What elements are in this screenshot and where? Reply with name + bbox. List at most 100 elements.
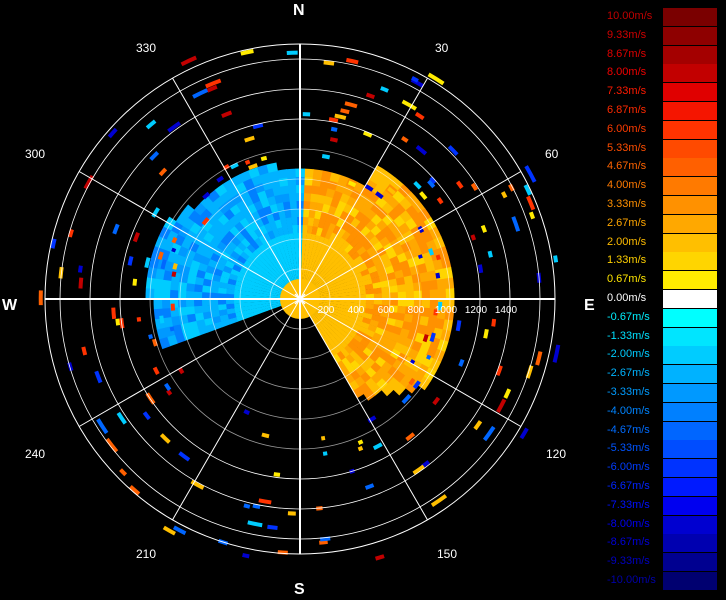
legend-swatch [663, 233, 717, 252]
legend-row: 3.33m/s [605, 196, 717, 214]
clutter-mark [344, 101, 358, 109]
clutter-mark [528, 211, 536, 220]
legend-swatch [663, 515, 717, 534]
clutter-mark [340, 108, 350, 115]
range-label: 1200 [465, 305, 488, 316]
legend-row: 4.67m/s [605, 158, 717, 177]
echo-cell [201, 291, 211, 299]
clutter-mark [164, 382, 172, 391]
clutter-mark [473, 420, 483, 431]
echo-cell [185, 290, 195, 299]
clutter-mark [221, 110, 233, 119]
clutter-mark [503, 388, 512, 399]
echo-cell [412, 281, 423, 292]
clutter-mark [401, 136, 409, 143]
azimuth-label-150: 150 [437, 547, 458, 561]
clutter-mark [243, 409, 251, 416]
clutter-mark [247, 520, 263, 528]
clutter-mark [119, 468, 128, 477]
legend-label: -2.00m/s [607, 348, 650, 361]
echo-cell [169, 280, 180, 291]
legend-swatch [663, 158, 717, 177]
legend-swatch [663, 26, 717, 45]
clutter-mark [178, 451, 191, 462]
azimuth-label-330: 330 [136, 41, 157, 55]
clutter-mark [329, 137, 339, 143]
clutter-mark [149, 150, 160, 161]
legend-swatch [663, 196, 717, 214]
legend-swatch [663, 139, 717, 158]
legend-swatch [663, 327, 717, 346]
legend-swatch [663, 177, 717, 196]
echo-cell [397, 284, 407, 293]
clutter-mark [482, 425, 496, 442]
range-label-group: 200 400 600 800 1000 1200 1400 [318, 305, 518, 316]
legend-label: 2.00m/s [607, 235, 647, 248]
legend-row: 10.00m/s [605, 8, 717, 26]
clutter-mark [372, 442, 383, 451]
legend-row: 9.33m/s [605, 26, 717, 45]
legend-row: -4.67m/s [605, 421, 717, 440]
azimuth-label-210: 210 [136, 547, 157, 561]
azimuth-label-300: 300 [25, 147, 46, 161]
legend-label: 7.33m/s [607, 85, 647, 98]
clutter-mark [166, 389, 173, 396]
legend-label: 2.67m/s [607, 216, 647, 229]
clutter-mark [357, 445, 364, 452]
echo-cell [281, 193, 291, 203]
clutter-mark [511, 216, 521, 232]
echo-cell [290, 208, 298, 218]
legend-row: -6.00m/s [605, 459, 717, 478]
legend-label: 3.33m/s [607, 198, 647, 210]
legend-label: -0.67m/s [607, 310, 650, 323]
clutter-mark [374, 554, 385, 561]
legend-swatch [663, 440, 717, 459]
legend-swatch [663, 365, 717, 384]
clutter-mark [455, 180, 464, 189]
clutter-mark [158, 167, 168, 177]
clutter-mark [321, 154, 331, 160]
legend-label: -8.67m/s [607, 536, 650, 549]
legend-swatch [663, 459, 717, 478]
clutter-mark [552, 344, 561, 363]
clutter-mark [170, 303, 176, 311]
legend-swatch [663, 384, 717, 402]
echo-cell [177, 290, 187, 299]
legend-label: -8.00m/s [607, 517, 650, 530]
echo-cell [289, 200, 298, 210]
legend-row: -9.33m/s [605, 553, 717, 572]
range-label: 800 [408, 305, 425, 316]
echo-cell [201, 304, 211, 313]
clutter-mark [260, 155, 268, 162]
echo-cell [185, 306, 196, 315]
clutter-mark [519, 427, 529, 440]
clutter-mark [94, 370, 103, 384]
legend-row: 6.00m/s [605, 120, 717, 139]
range-label: 400 [348, 305, 365, 316]
clutter-mark [430, 494, 448, 507]
clutter-mark [487, 250, 493, 258]
azimuth-label-240: 240 [25, 447, 46, 461]
clutter-mark [322, 451, 328, 456]
echo-cell [304, 168, 315, 178]
echo-cell [177, 306, 188, 317]
legend-label: 6.00m/s [607, 122, 647, 135]
echo-cell [287, 176, 297, 186]
legend-row: 8.00m/s [605, 64, 717, 83]
echo-cell [153, 278, 164, 290]
echo-cell [288, 184, 297, 194]
legend-swatch [663, 534, 717, 553]
clutter-mark [491, 318, 497, 327]
compass-north: N [293, 2, 305, 19]
clutter-mark [273, 472, 281, 477]
compass-south: S [294, 581, 305, 598]
legend-swatch [663, 478, 717, 496]
legend-swatch [663, 421, 717, 440]
echo-cell [169, 289, 179, 299]
echo-cell [420, 280, 431, 291]
clutter-mark [470, 234, 477, 241]
legend-label: -9.33m/s [607, 555, 650, 568]
echo-cell [292, 224, 298, 234]
echo-cell [177, 281, 188, 292]
legend-row: -2.00m/s [605, 346, 717, 365]
